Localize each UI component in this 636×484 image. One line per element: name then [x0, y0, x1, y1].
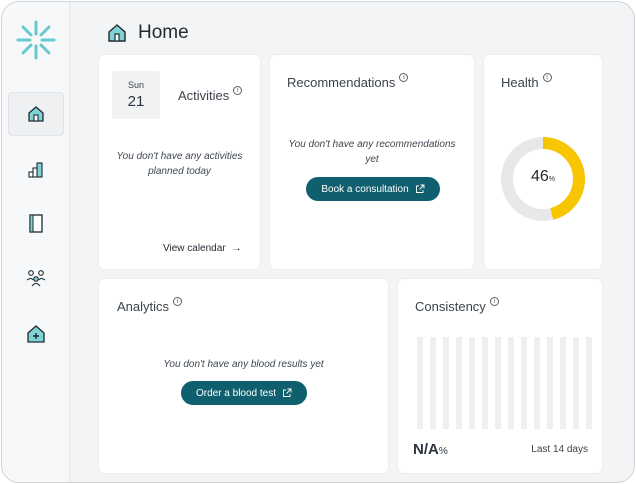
view-calendar-link[interactable]: View calendar →	[163, 243, 242, 254]
consistency-bar	[469, 337, 475, 429]
arrow-right-icon: →	[231, 243, 242, 254]
info-icon[interactable]: i	[542, 73, 552, 82]
people-icon	[26, 270, 46, 287]
home-icon	[108, 24, 126, 42]
recommendations-title-text: Recommendations	[287, 75, 396, 90]
consistency-bar	[586, 337, 592, 429]
analytics-title: Analytics i	[117, 297, 183, 314]
info-icon[interactable]: i	[399, 73, 409, 82]
logo-icon	[16, 20, 56, 60]
activities-card: Sun 21 Activities i You don't have any a…	[99, 55, 260, 269]
recommendations-card: Recommendations i You don't have any rec…	[270, 55, 474, 269]
notebook-icon	[29, 214, 43, 233]
date-number: 21	[127, 93, 145, 110]
health-score: 46%	[498, 168, 588, 186]
recommendations-empty-text: You don't have any recommendations yet	[288, 139, 456, 165]
sidebar-item-people[interactable]	[8, 256, 64, 300]
recommendations-title: Recommendations i	[287, 73, 409, 90]
consistency-bar	[430, 337, 436, 429]
info-icon[interactable]: i	[489, 297, 499, 306]
analytics-title-text: Analytics	[117, 299, 170, 314]
health-card: Health i 46%	[484, 55, 602, 269]
sidebar-item-notebook[interactable]	[8, 202, 64, 246]
consistency-value-text: N/A	[413, 441, 439, 458]
consistency-bar	[508, 337, 514, 429]
book-consultation-label: Book a consultation	[321, 183, 409, 195]
consistency-bar	[443, 337, 449, 429]
consistency-title: Consistency i	[415, 297, 499, 314]
consistency-bar	[456, 337, 462, 429]
consistency-period: Last 14 days	[531, 444, 588, 455]
info-icon[interactable]: i	[233, 86, 243, 95]
consistency-card: Consistency i N/A% Last 14 days	[398, 279, 602, 473]
consistency-unit: %	[438, 446, 448, 457]
consistency-bar	[482, 337, 488, 429]
sidebar	[2, 2, 70, 482]
consistency-bar	[560, 337, 566, 429]
activities-title-text: Activities	[178, 88, 230, 103]
health-score-unit: %	[548, 176, 556, 183]
sidebar-item-home[interactable]	[8, 92, 64, 136]
date-day: Sun	[127, 80, 144, 90]
health-score-value: 46	[530, 168, 549, 185]
consistency-bar	[547, 337, 553, 429]
consistency-bar	[573, 337, 579, 429]
analytics-empty-text: You don't have any blood results yet	[163, 359, 324, 370]
consistency-bar	[521, 337, 527, 429]
app-window: Home Sun 21 Activities i You don't have …	[1, 1, 635, 483]
consistency-bars	[417, 337, 592, 429]
health-title-text: Health	[501, 75, 539, 90]
order-blood-test-button[interactable]: Order a blood test	[181, 381, 307, 405]
page-title: Home	[138, 22, 189, 43]
activities-empty-text: You don't have any activities planned to…	[116, 151, 243, 177]
consistency-value: N/A%	[413, 441, 448, 459]
book-consultation-button[interactable]: Book a consultation	[306, 177, 440, 201]
home-icon	[28, 106, 44, 122]
info-icon[interactable]: i	[173, 297, 183, 306]
page-header: Home	[106, 22, 189, 44]
consistency-title-text: Consistency	[415, 299, 486, 314]
consistency-bar	[534, 337, 540, 429]
consistency-bar	[495, 337, 501, 429]
analytics-card: Analytics i You don't have any blood res…	[99, 279, 388, 473]
external-link-icon	[283, 388, 292, 397]
view-calendar-label: View calendar	[163, 243, 226, 254]
buildings-icon	[28, 162, 43, 178]
sidebar-item-buildings[interactable]	[8, 148, 64, 192]
consistency-bar	[417, 337, 423, 429]
sidebar-item-add-clinic[interactable]	[8, 312, 64, 356]
add-clinic-icon	[27, 325, 45, 343]
health-title: Health i	[501, 73, 552, 90]
date-tile: Sun 21	[112, 71, 160, 119]
order-blood-test-label: Order a blood test	[195, 387, 277, 399]
activities-title: Activities i	[178, 86, 243, 103]
external-link-icon	[415, 184, 425, 193]
